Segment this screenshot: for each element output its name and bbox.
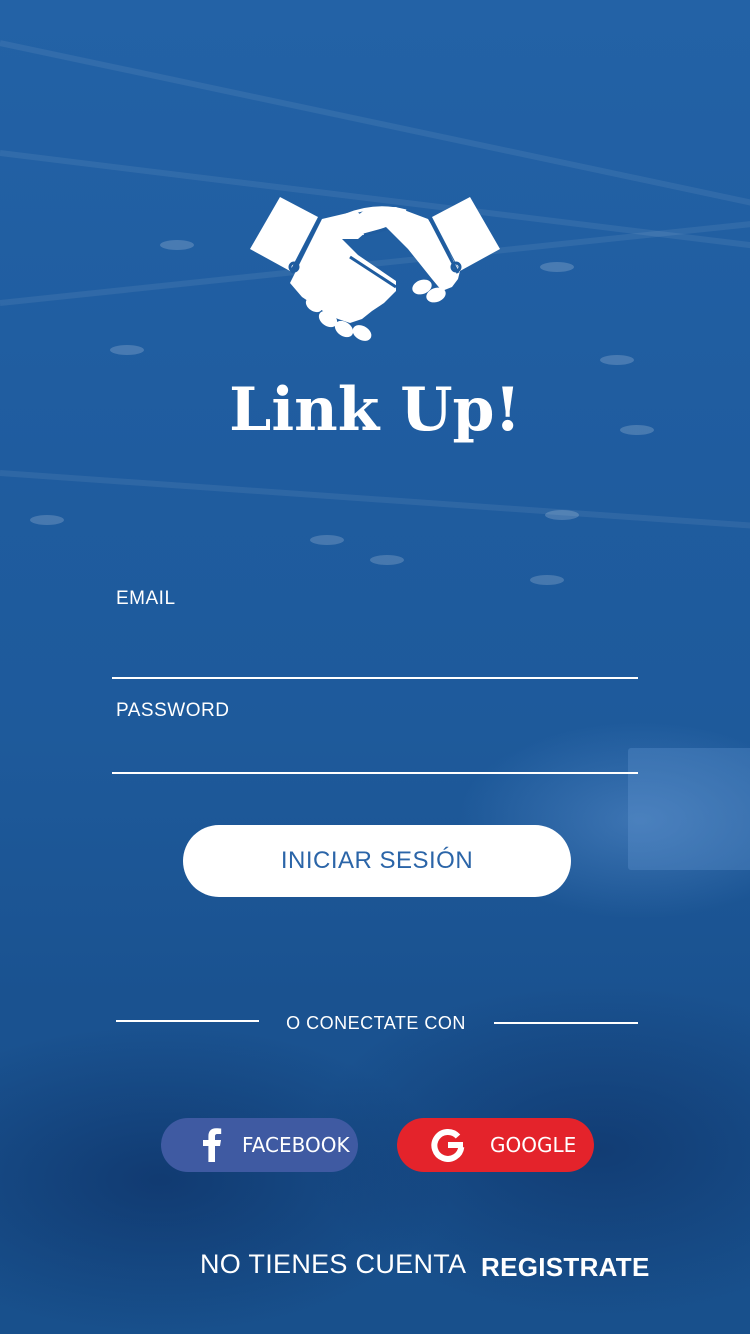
ceiling-light <box>160 240 194 250</box>
divider-left <box>116 1020 259 1022</box>
ceiling-light <box>545 510 579 520</box>
social-divider-text: O CONECTATE CON <box>286 1013 466 1033</box>
google-label: GOOGLE <box>490 1133 577 1157</box>
ceiling-light <box>310 535 344 545</box>
login-button[interactable]: INICIAR SESIÓN <box>183 825 571 897</box>
ceiling-beam <box>0 40 750 209</box>
google-login-button[interactable]: GOOGLE <box>397 1118 594 1172</box>
facebook-label: FACEBOOK <box>242 1133 350 1157</box>
ceiling-light <box>110 345 144 355</box>
ceiling-light <box>370 555 404 565</box>
facebook-icon <box>197 1128 227 1162</box>
password-underline <box>112 772 638 774</box>
email-underline <box>112 677 638 679</box>
password-input[interactable] <box>112 734 642 772</box>
email-label: EMAIL <box>116 588 176 609</box>
ceiling-light <box>30 515 64 525</box>
app-title: Link Up! <box>229 375 521 445</box>
google-icon <box>430 1127 466 1163</box>
register-link[interactable]: REGISTRATE <box>481 1252 650 1283</box>
email-field: EMAIL <box>112 580 642 680</box>
handshake-icon <box>246 195 504 343</box>
ceiling-light <box>540 262 574 272</box>
ceiling-beam <box>0 470 750 531</box>
password-label: PASSWORD <box>116 700 230 721</box>
facebook-login-button[interactable]: FACEBOOK <box>161 1118 358 1172</box>
no-account-text: NO TIENES CUENTA <box>200 1249 467 1279</box>
divider-right <box>494 1022 638 1024</box>
projection-screen <box>628 748 750 870</box>
email-input[interactable] <box>112 634 642 672</box>
ceiling-light <box>600 355 634 365</box>
password-field: PASSWORD <box>112 692 642 776</box>
